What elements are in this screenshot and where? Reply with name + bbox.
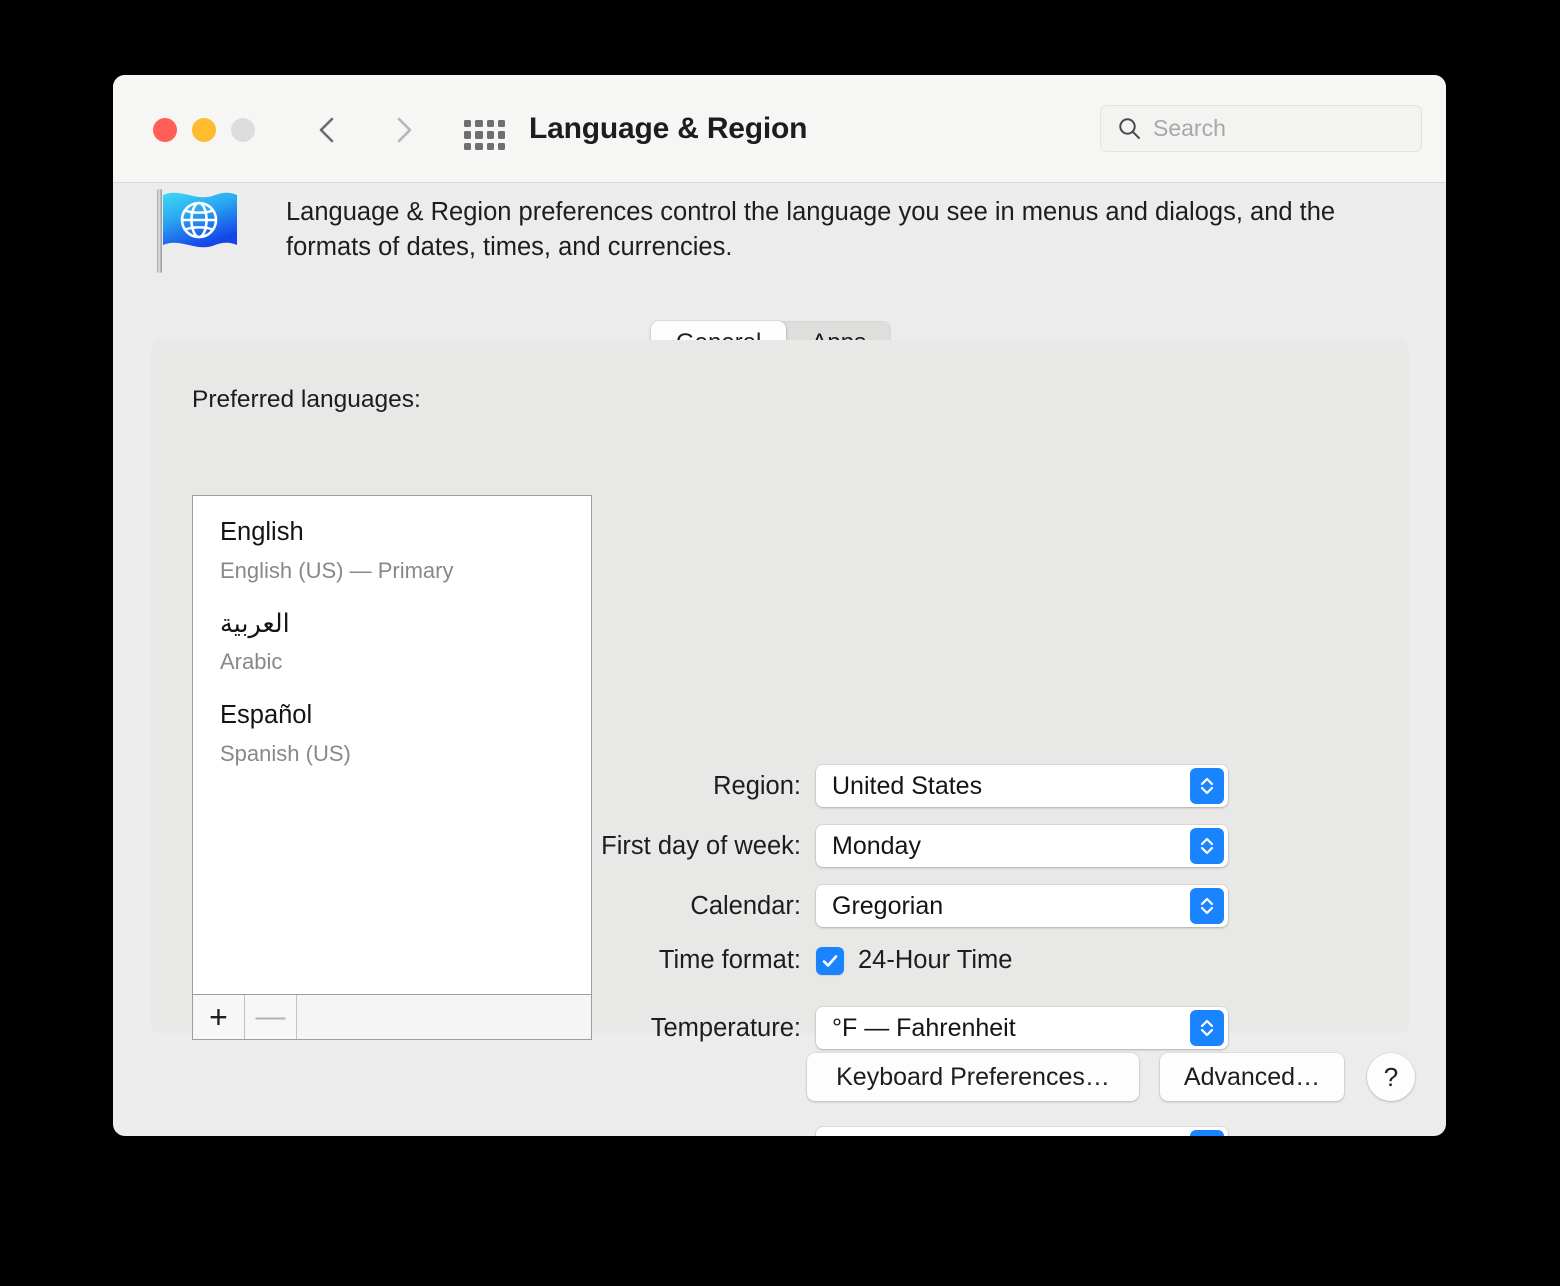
forward-chevron-icon[interactable] [386,113,420,147]
list-item[interactable]: English English (US) — Primary [193,496,591,582]
checkmark-icon [822,954,838,967]
search-field[interactable] [1100,105,1422,152]
calendar-label: Calendar: [690,891,801,920]
add-language-button[interactable]: + [193,995,245,1039]
advanced-button[interactable]: Advanced… [1160,1053,1344,1101]
chevron-updown-icon[interactable] [1190,768,1224,804]
region-popup-button[interactable]: United States [816,765,1228,807]
language-region-flag-icon [151,183,247,279]
keyboard-preferences-button[interactable]: Keyboard Preferences… [807,1053,1139,1101]
list-item[interactable]: العربية Arabic [193,582,591,674]
language-name: العربية [220,609,290,638]
language-sublabel: Spanish (US) [220,740,351,766]
back-chevron-icon[interactable] [311,113,345,147]
region-label: Region: [713,771,801,800]
chevron-updown-icon[interactable] [1190,888,1224,924]
calendar-value: Gregorian [832,891,944,920]
language-sublabel: English (US) — Primary [220,557,454,583]
general-settings-panel: Preferred languages: English English (US… [151,340,1409,1136]
chevron-updown-icon[interactable] [1190,1010,1224,1046]
remove-language-button[interactable]: — [245,995,297,1039]
language-name: English [220,518,304,546]
description-row: Language & Region preferences control th… [113,183,1446,273]
list-item[interactable]: Español Spanish (US) [193,673,591,765]
first-day-of-week-row: First day of week: Monday [471,825,1228,867]
preferences-window: Language & Region Search Language & Regi… [113,75,1446,1136]
close-button[interactable] [153,118,177,142]
list-sort-order-label: List sort order: [471,1134,816,1137]
preferred-languages-label: Preferred languages: [192,386,421,413]
first-day-of-week-popup-button[interactable]: Monday [816,825,1228,867]
chevron-updown-icon[interactable] [1190,828,1224,864]
24-hour-time-checkbox[interactable] [816,946,844,975]
first-day-of-week-value: Monday [832,831,921,860]
help-button[interactable]: ? [1367,1053,1415,1101]
temperature-value: °F — Fahrenheit [832,1013,1016,1042]
first-day-of-week-label: First day of week: [601,831,801,860]
calendar-popup-button[interactable]: Gregorian [816,885,1228,927]
time-format-row: Time format: 24-Hour Time [471,946,1012,975]
list-sort-order-row: List sort order: Universal [471,1127,1228,1136]
page-title: Language & Region [529,112,808,145]
temperature-popup-button[interactable]: °F — Fahrenheit [816,1007,1228,1049]
24-hour-time-label: 24-Hour Time [858,946,1013,974]
calendar-row: Calendar: Gregorian [471,885,1228,927]
time-format-label: Time format: [658,946,801,974]
show-all-grid-icon[interactable] [464,120,505,150]
search-input[interactable] [1153,115,1393,142]
zoom-button[interactable] [231,118,255,142]
minimize-button[interactable] [192,118,216,142]
list-sort-order-value: Universal [832,1134,936,1137]
language-name: Español [220,701,313,729]
search-icon [1117,116,1142,141]
description-text: Language & Region preferences control th… [286,198,1336,261]
list-sort-order-popup-button[interactable]: Universal [816,1127,1228,1136]
window-toolbar: Language & Region [113,75,1446,183]
chevron-updown-icon[interactable] [1190,1130,1224,1136]
language-sublabel: Arabic [220,649,283,674]
temperature-label: Temperature: [650,1013,801,1042]
region-row: Region: United States [471,765,1228,807]
temperature-row: Temperature: °F — Fahrenheit [471,1007,1228,1049]
region-value: United States [832,771,983,800]
